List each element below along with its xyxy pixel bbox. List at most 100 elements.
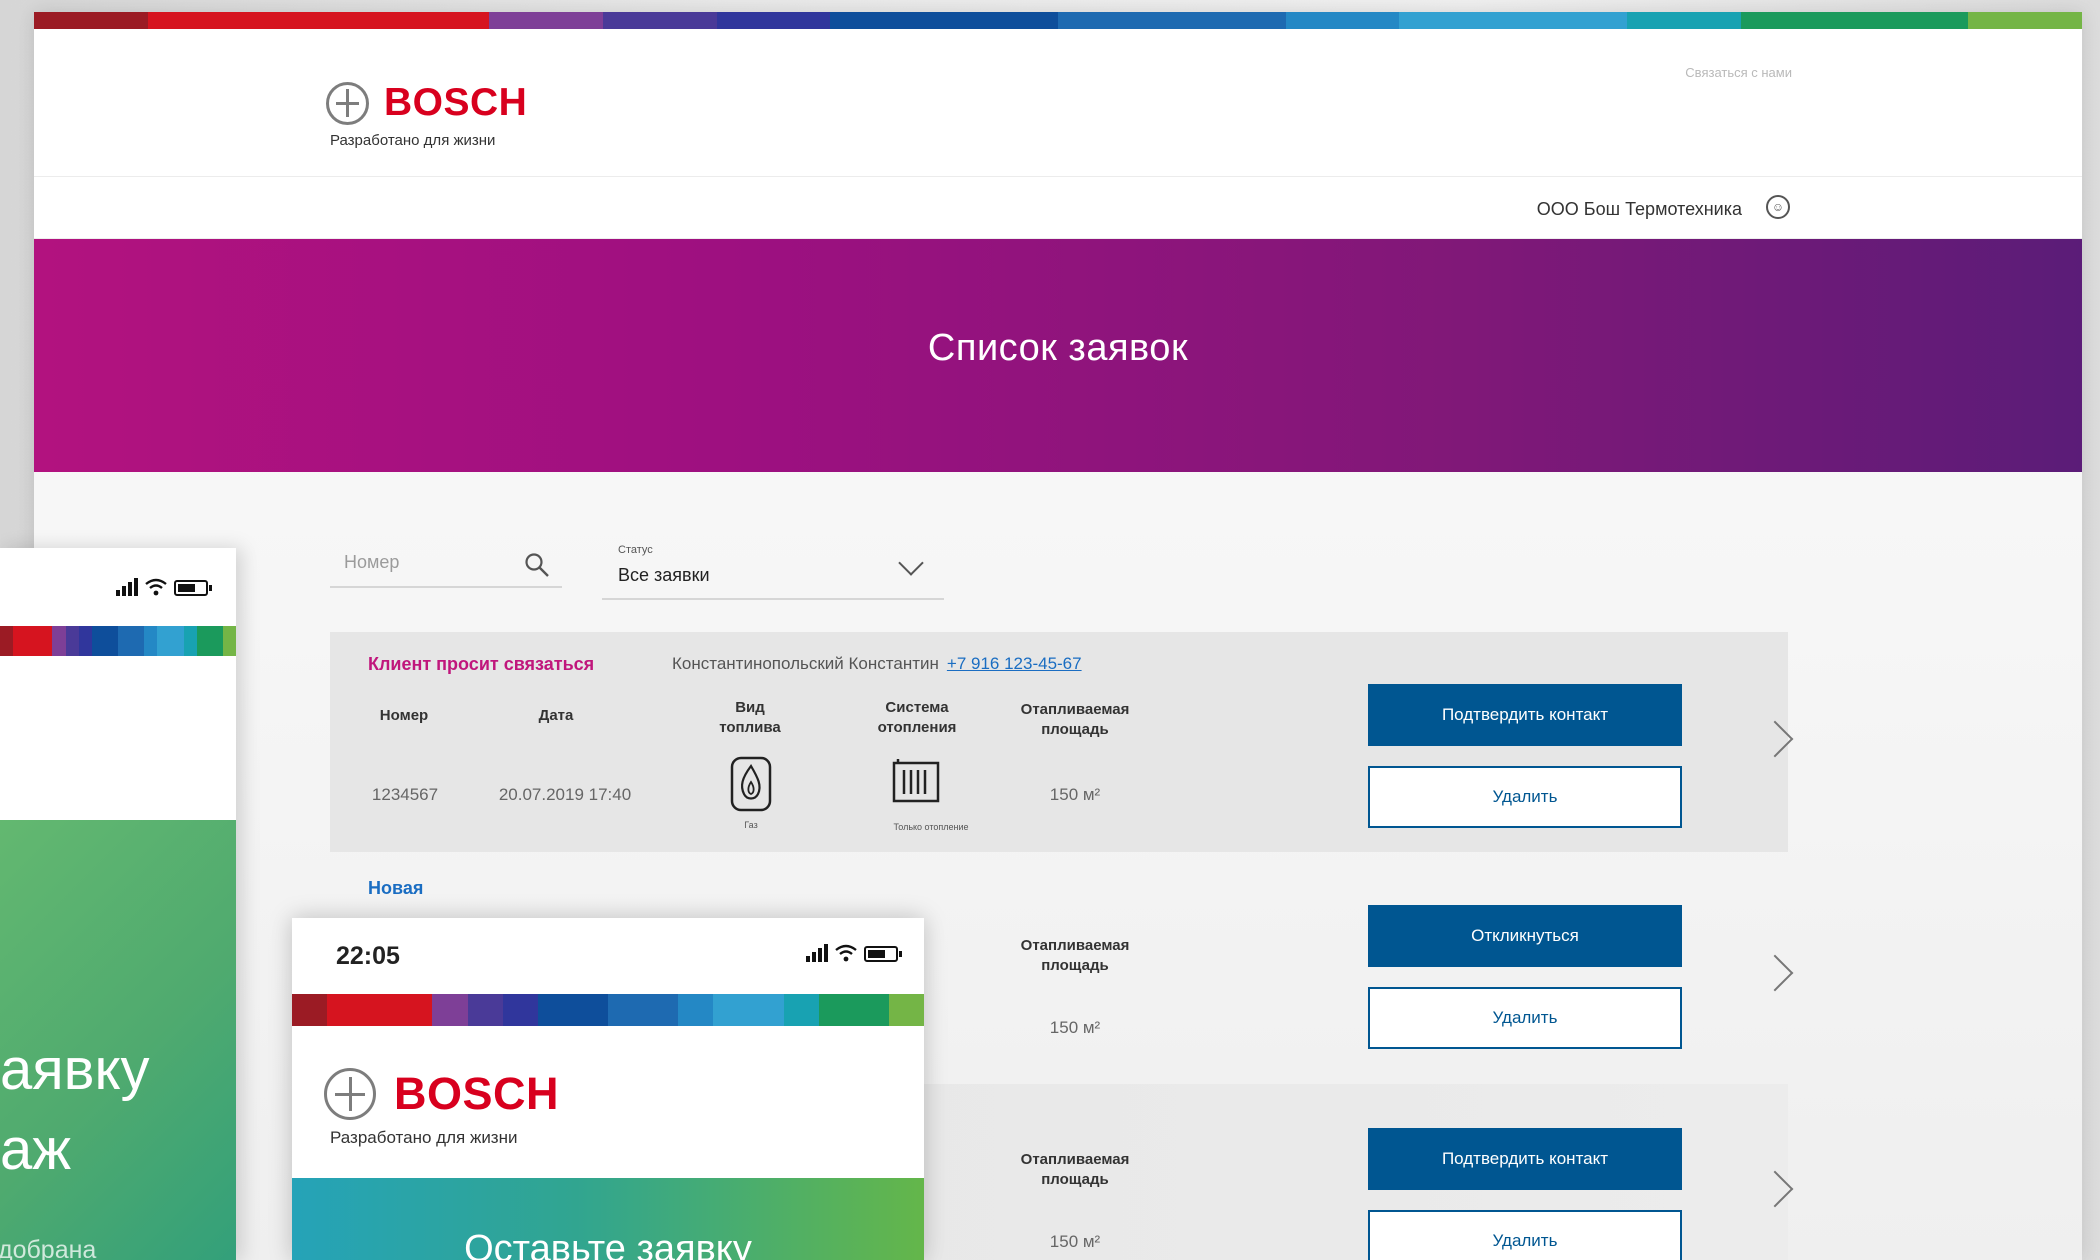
supergraphic-segment [144,626,158,656]
supergraphic-segment [607,994,644,1026]
supergraphic-segment [432,994,468,1026]
heated-area-value: 150 м² [1049,1232,1101,1251]
supergraphic-segment [39,626,53,656]
supergraphic-segment [1854,12,1969,29]
signal-icon [116,578,138,596]
supergraphic-segment [678,994,714,1026]
phone-left-hero-text: аявку аж [0,1037,150,1182]
supergraphic-segment [26,626,40,656]
supergraphic-segment [196,626,210,656]
user-bar: ООО Бош Термотехника ☺ [34,177,2082,239]
supergraphic-segment [713,994,749,1026]
supergraphic-segment [748,994,784,1026]
respond-button[interactable]: Откликнуться [1368,905,1682,967]
supergraphic-segment [117,626,132,656]
supergraphic-segment [209,626,223,656]
heated-area-value: 150 м² [1049,1018,1101,1037]
supergraphic-bar [292,994,924,1026]
request-status: Клиент просит связаться [368,654,595,674]
supergraphic-segment [944,12,1059,29]
supergraphic-segment [467,994,503,1026]
supergraphic-segment [1058,12,1172,29]
heating-caption: Только отопление [893,822,969,832]
chevron-right-icon[interactable] [1756,954,1794,992]
supergraphic-segment [0,626,14,656]
supergraphic-segment [104,626,118,656]
supergraphic-segment [643,994,679,1026]
supergraphic-segment [830,12,945,29]
supergraphic-segment [853,994,889,1026]
client-info: Константинопольский Константин +7 916 123… [672,654,1082,674]
column-header-number: Номер [379,707,429,724]
brand-tagline: Разработано для жизни [330,132,496,149]
supergraphic-segment [716,12,831,29]
brand-tagline: Разработано для жизни [330,1128,518,1147]
column-header-heating-system: Система отопления [877,699,957,736]
phone-status-icons [806,944,902,962]
supergraphic-segment [397,994,433,1026]
delete-button[interactable]: Удалить [1368,987,1682,1049]
chevron-right-icon[interactable] [1756,1170,1794,1208]
chevron-right-icon[interactable] [1756,720,1794,758]
user-circle-icon[interactable]: ☺ [1766,195,1790,219]
top-header: BOSCH Разработано для жизни Связаться с … [34,29,2082,177]
supergraphic-segment [147,12,262,29]
heated-area-value: 150 м² [1049,785,1101,804]
bosch-logo[interactable]: BOSCH Разработано для жизни [324,1068,559,1148]
brand-name: BOSCH [394,1068,560,1119]
company-name[interactable]: ООО Бош Термотехника [1537,199,1742,220]
column-header-heated-area: Отапливаемая площадь [1020,937,1130,974]
supergraphic-segment [13,626,27,656]
brand-name: BOSCH [384,81,528,124]
client-phone-link[interactable]: +7 916 123-45-67 [947,654,1082,673]
supergraphic-segment [222,626,236,656]
gas-flame-icon [730,756,772,812]
supergraphic-segment [537,994,573,1026]
request-number: 1234567 [371,785,439,804]
supergraphic-segment [261,12,376,29]
bosch-logo[interactable]: BOSCH Разработано для жизни [326,81,527,149]
phone-mockup-front: 22:05 BOSCH Разработано для жизни [292,918,924,1260]
wifi-icon [145,578,167,596]
contact-us-link[interactable]: Связаться с нами [1685,65,1792,80]
supergraphic-segment [1740,12,1855,29]
supergraphic-segment [131,626,145,656]
confirm-contact-button[interactable]: Подтвердить контакт [1368,1128,1682,1190]
client-name: Константинопольский Константин [672,654,939,673]
supergraphic-segment [91,626,105,656]
battery-icon [174,580,212,596]
search-icon[interactable] [524,552,550,578]
supergraphic-segment [34,12,148,29]
delete-button[interactable]: Удалить [1368,1210,1682,1260]
supergraphic-segment [157,626,171,656]
bosch-armature-icon [324,1068,376,1120]
supergraphic-segment [1399,12,1514,29]
battery-icon [864,946,902,962]
status-select[interactable]: Статус Все заявки [602,540,944,600]
phone-time: 22:05 [336,942,400,970]
search-field [330,540,562,588]
supergraphic-segment [502,994,538,1026]
delete-button[interactable]: Удалить [1368,766,1682,828]
page-hero-banner: Список заявок [34,239,2082,472]
supergraphic-segment [1626,12,1741,29]
supergraphic-segment [1285,12,1400,29]
radiator-icon [892,759,940,803]
supergraphic-segment [292,994,328,1026]
supergraphic-segment [1171,12,1286,29]
request-status: Новая [368,878,424,898]
column-header-date: Дата [538,707,574,724]
supergraphic-segment [65,626,79,656]
fuel-caption: Газ [744,820,758,830]
request-card[interactable]: Клиент просит связаться Константинопольс… [330,632,1794,852]
chevron-down-icon [898,550,924,576]
supergraphic-segment [1513,12,1627,29]
phone-front-hero-title: Оставьте заявку [464,1228,752,1260]
supergraphic-segment [818,994,854,1026]
supergraphic-segment [183,626,197,656]
supergraphic-segment [78,626,92,656]
supergraphic-segment [327,994,363,1026]
wifi-icon [835,944,857,962]
confirm-contact-button[interactable]: Подтвердить контакт [1368,684,1682,746]
search-input[interactable] [344,552,514,573]
